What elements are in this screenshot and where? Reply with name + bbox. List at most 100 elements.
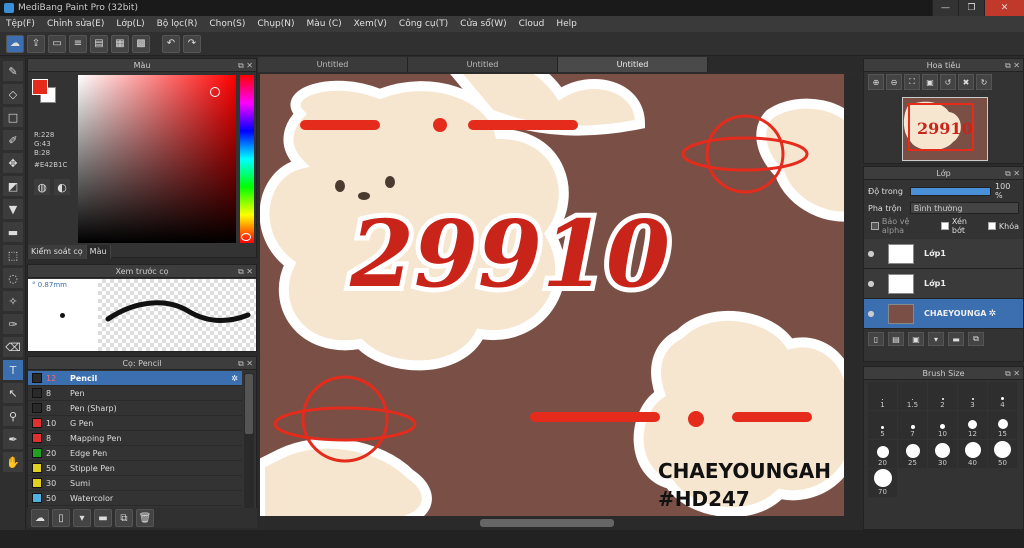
brush-list-scrollbar[interactable] <box>244 373 254 523</box>
duplicate-layer-icon[interactable]: ▣ <box>908 332 924 346</box>
flip-icon[interactable]: ✖ <box>958 74 974 90</box>
menu-snap[interactable]: Chụp(N) <box>251 19 300 29</box>
brush-size-cell[interactable]: 2 <box>928 382 957 410</box>
brush-size-cell[interactable]: 15 <box>988 411 1017 439</box>
panel-close-icon[interactable]: ⧉ ✕ <box>238 59 253 72</box>
zoom-in-icon[interactable]: ⊕ <box>868 74 884 90</box>
select-rect-tool-icon[interactable]: ⬚ <box>3 245 23 265</box>
brush-size-cell[interactable]: 10 <box>928 411 957 439</box>
panel-close-icon[interactable]: ⧉ ✕ <box>1005 59 1020 72</box>
brush-item[interactable]: 50 Stipple Pen <box>28 461 242 476</box>
brush-item[interactable]: 20 Edge Pen <box>28 446 242 461</box>
tab-color[interactable]: Màu <box>86 245 111 259</box>
hand-tool-icon[interactable]: ✋ <box>3 452 23 472</box>
fit-icon[interactable]: ⛶ <box>904 74 920 90</box>
hue-slider[interactable] <box>240 75 254 243</box>
brush-size-cell[interactable]: 12 <box>958 411 987 439</box>
menu-select[interactable]: Chọn(S) <box>203 19 251 29</box>
tab-brush-control[interactable]: Kiểm soát cọ <box>28 245 87 259</box>
cloud-icon[interactable]: ☁ <box>6 34 24 53</box>
saturation-value-picker[interactable] <box>78 75 236 243</box>
brush-size-cell[interactable]: 7 <box>898 411 927 439</box>
dropper-tool-icon[interactable]: ✒ <box>3 429 23 449</box>
actual-size-icon[interactable]: ▣ <box>922 74 938 90</box>
menu-tools[interactable]: Công cụ(T) <box>393 19 454 29</box>
brush-size-cell[interactable]: 1 <box>868 382 897 410</box>
brush-size-cell[interactable]: 50 <box>988 440 1017 468</box>
menu-color[interactable]: Màu (C) <box>301 19 348 29</box>
panel-close-icon[interactable]: ⧉ ✕ <box>1005 367 1020 380</box>
copy-brush-icon[interactable]: ⧉ <box>115 509 133 527</box>
move-tool-icon[interactable]: ✥ <box>3 153 23 173</box>
layer-item[interactable]: ● Lớp1 <box>864 269 1023 299</box>
tab-document-2[interactable]: Untitled <box>408 57 558 72</box>
grid-icon[interactable]: ▦ <box>111 34 129 53</box>
brush-item[interactable]: 12 Pencil ✲ <box>28 371 242 386</box>
navigator-thumbnail[interactable]: 29910 <box>902 97 988 161</box>
visibility-icon[interactable]: ● <box>864 279 878 288</box>
visibility-icon[interactable]: ● <box>864 309 878 318</box>
new-layer-icon[interactable]: ▯ <box>868 332 884 346</box>
foreground-color-swatch[interactable] <box>32 79 48 95</box>
brush-item[interactable]: 50 Watercolor <box>28 491 242 506</box>
select-eraser-tool-icon[interactable]: ⌫ <box>3 337 23 357</box>
brush-size-cell[interactable]: 3 <box>958 382 987 410</box>
brush-size-cell[interactable]: 70 <box>868 469 897 497</box>
panel-close-icon[interactable]: ⧉ ✕ <box>238 265 253 278</box>
brush-item[interactable]: 8 Mapping Pen <box>28 431 242 446</box>
brush-menu-icon[interactable]: ▾ <box>73 509 91 527</box>
brush-size-cell[interactable]: 5 <box>868 411 897 439</box>
brush-size-cell[interactable]: 25 <box>898 440 927 468</box>
brush-size-cell[interactable]: 40 <box>958 440 987 468</box>
new-brush-icon[interactable]: ▯ <box>52 509 70 527</box>
brush-item[interactable]: 30 Sumi <box>28 476 242 491</box>
share-icon[interactable]: ⇪ <box>27 34 45 53</box>
color-picker-cursor[interactable] <box>210 87 220 97</box>
tab-document-3[interactable]: Untitled <box>558 57 708 72</box>
menu-file[interactable]: Tệp(F) <box>0 19 41 29</box>
operation-tool-icon[interactable]: ↖ <box>3 383 23 403</box>
rotate-left-icon[interactable]: ↺ <box>940 74 956 90</box>
tiles-icon[interactable]: ▩ <box>132 34 150 53</box>
eyedropper-tool-icon[interactable]: ⚲ <box>3 406 23 426</box>
select-pen-tool-icon[interactable]: ✑ <box>3 314 23 334</box>
panel-close-icon[interactable]: ⧉ ✕ <box>238 357 253 370</box>
blend-mode-select[interactable]: Bình thường <box>909 202 1019 214</box>
menu-help[interactable]: Help <box>550 19 583 29</box>
new-halftone-layer-icon[interactable]: ▤ <box>888 332 904 346</box>
canvas-vertical-scrollbar[interactable] <box>846 74 860 516</box>
layer-menu-icon[interactable]: ▾ <box>928 332 944 346</box>
merge-layer-icon[interactable]: ⧉ <box>968 332 984 346</box>
brush-size-cell[interactable]: 4 <box>988 382 1017 410</box>
cloud-brush-icon[interactable]: ☁ <box>31 509 49 527</box>
scrollbar-thumb[interactable] <box>480 519 614 527</box>
hue-slider-handle[interactable] <box>241 233 251 241</box>
eraser-tool-icon[interactable]: ◇ <box>3 84 23 104</box>
canvas-horizontal-scrollbar[interactable] <box>258 517 862 529</box>
visibility-icon[interactable]: ● <box>864 249 878 258</box>
layer-folder-icon[interactable]: ▬ <box>948 332 964 346</box>
chat-icon[interactable]: ▭ <box>48 34 66 53</box>
menu-window[interactable]: Cửa sổ(W) <box>454 19 512 29</box>
brush-item[interactable]: 8 Pen (Sharp) <box>28 401 242 416</box>
close-button[interactable]: ✕ <box>984 0 1024 16</box>
fill-tool-icon[interactable]: ◩ <box>3 176 23 196</box>
brush-size-cell[interactable]: 1.5 <box>898 382 927 410</box>
gradient-tool-icon[interactable]: ▬ <box>3 222 23 242</box>
minimize-button[interactable]: — <box>932 0 958 16</box>
bucket-tool-icon[interactable]: ▼ <box>3 199 23 219</box>
layer-item[interactable]: ● Lớp1 <box>864 239 1023 269</box>
lock-checkbox[interactable] <box>988 222 996 230</box>
magic-wand-tool-icon[interactable]: ✧ <box>3 291 23 311</box>
palette-icon[interactable]: ◍ <box>34 179 50 195</box>
layers-icon[interactable]: ≡ <box>69 34 87 53</box>
menu-cloud[interactable]: Cloud <box>513 19 551 29</box>
rectangle-tool-icon[interactable]: □ <box>3 107 23 127</box>
menu-layer[interactable]: Lớp(L) <box>110 19 150 29</box>
clipping-checkbox[interactable] <box>941 222 949 230</box>
undo-icon[interactable]: ↶ <box>162 34 180 53</box>
brush-size-cell[interactable]: 30 <box>928 440 957 468</box>
menu-edit[interactable]: Chỉnh sửa(E) <box>41 19 110 29</box>
brush-item[interactable]: 8 Pen <box>28 386 242 401</box>
brush-settings-gear-icon[interactable]: ✲ <box>231 374 238 383</box>
